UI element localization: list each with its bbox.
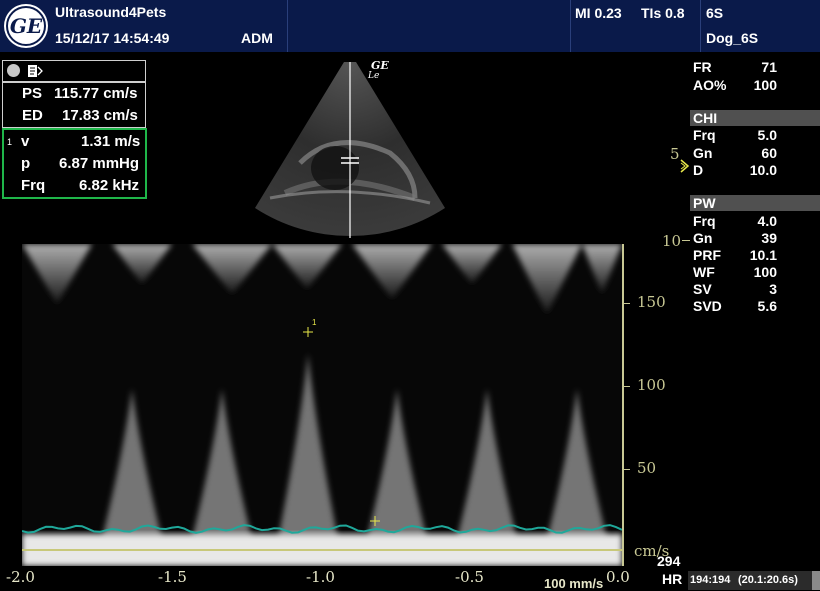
mechanical-index: MI 0.23: [575, 5, 622, 21]
thermal-index: TIs 0.8: [641, 5, 685, 21]
tick-100: [622, 386, 630, 387]
ao-value: 100: [753, 77, 777, 93]
sector-orientation: Le: [367, 71, 379, 81]
pw-title: PW: [693, 195, 716, 211]
heart-rate-value: 294: [657, 553, 681, 569]
preset-name: Dog_6S: [706, 30, 759, 46]
svg-text:1: 1: [312, 318, 317, 327]
x-tick-1-5: -1.5: [158, 568, 187, 586]
x-tick-2-0: -2.0: [6, 568, 35, 586]
x-tick-0-0: 0.0: [606, 568, 630, 586]
pw-svd-label: SVD: [693, 298, 722, 314]
frq-label: Frq: [21, 177, 46, 194]
chi-d-label: D: [693, 162, 704, 178]
chi-gn-label: Gn: [693, 145, 713, 161]
cine-frame: 194:194: [690, 574, 731, 586]
p-value: 6.87 mmHg: [59, 155, 140, 172]
v-value: 1.31 m/s: [81, 133, 141, 150]
pw-svd-value: 5.6: [757, 298, 777, 314]
depth-5-label: 5: [670, 145, 680, 163]
ed-value: 17.83 cm/s: [62, 107, 138, 124]
cine-info-bar: 194:194 (20.1:20.6s): [688, 571, 820, 590]
pw-frq-label: Frq: [693, 213, 716, 229]
pw-gn-label: Gn: [693, 230, 713, 246]
depth-focus-icon: [680, 159, 690, 173]
cine-scroll-handle[interactable]: [812, 571, 820, 590]
fr-label: FR: [693, 59, 712, 75]
ed-label: ED: [22, 107, 43, 124]
fr-value: 71: [761, 59, 777, 75]
point-measure-box[interactable]: 1 v 1.31 m/s p 6.87 mmHg Frq 6.82 kHz: [2, 128, 147, 199]
ps-label: PS: [22, 85, 43, 102]
pw-prf-label: PRF: [693, 247, 721, 263]
ao-label: AO%: [693, 77, 727, 93]
sector-image[interactable]: GE Le: [240, 58, 460, 243]
tick-150: [622, 303, 630, 304]
chi-gn-value: 60: [761, 145, 777, 161]
operator-id: ADM: [241, 30, 273, 46]
pw-gn-value: 39: [761, 230, 777, 246]
svg-text:GE: GE: [10, 14, 43, 38]
velocity-measure-box: PS 115.77 cm/s ED 17.83 cm/s: [2, 82, 146, 128]
velocity-axis: [622, 244, 624, 566]
y-tick-50: 50: [637, 459, 657, 477]
pw-frq-value: 4.0: [757, 213, 777, 229]
y-tick-150: 150: [637, 293, 666, 311]
chi-frq-label: Frq: [693, 127, 716, 143]
header-bar: GE Ultrasound4Pets 15/12/17 14:54:49 ADM…: [0, 0, 820, 52]
doppler-spectrum[interactable]: 1: [21, 244, 623, 566]
p-label: p: [21, 155, 31, 172]
record-dot-icon[interactable]: [7, 64, 20, 77]
report-icon[interactable]: [27, 64, 43, 78]
heart-rate-label: HR: [662, 571, 683, 587]
depth-10-tick: [682, 240, 690, 241]
chi-title: CHI: [693, 110, 718, 126]
sweep-speed: 100 mm/s: [544, 576, 604, 591]
measure-marker: 1: [7, 137, 13, 147]
v-label: v: [21, 133, 30, 150]
measure-toolbar: [2, 60, 146, 82]
pw-sv-value: 3: [769, 281, 777, 297]
ps-value: 115.77 cm/s: [54, 85, 138, 102]
cine-time: (20.1:20.6s): [738, 574, 798, 586]
y-tick-100: 100: [637, 376, 666, 394]
site-name: Ultrasound4Pets: [55, 4, 167, 20]
pw-prf-value: 10.1: [749, 247, 777, 263]
probe-name: 6S: [706, 5, 724, 21]
tick-50: [622, 469, 630, 470]
x-tick-1-0: -1.0: [306, 568, 335, 586]
frq-value: 6.82 kHz: [79, 177, 140, 194]
pw-wf-label: WF: [693, 264, 715, 280]
depth-10-label: 10: [662, 232, 682, 250]
x-tick-0-5: -0.5: [455, 568, 484, 586]
header-blank-cell: [287, 0, 571, 52]
ge-logo: GE: [2, 2, 50, 50]
chi-d-value: 10.0: [749, 162, 777, 178]
pw-sv-label: SV: [693, 281, 712, 297]
pw-wf-value: 100: [753, 264, 777, 280]
exam-datetime: 15/12/17 14:54:49: [55, 30, 170, 46]
chi-frq-value: 5.0: [757, 127, 777, 143]
